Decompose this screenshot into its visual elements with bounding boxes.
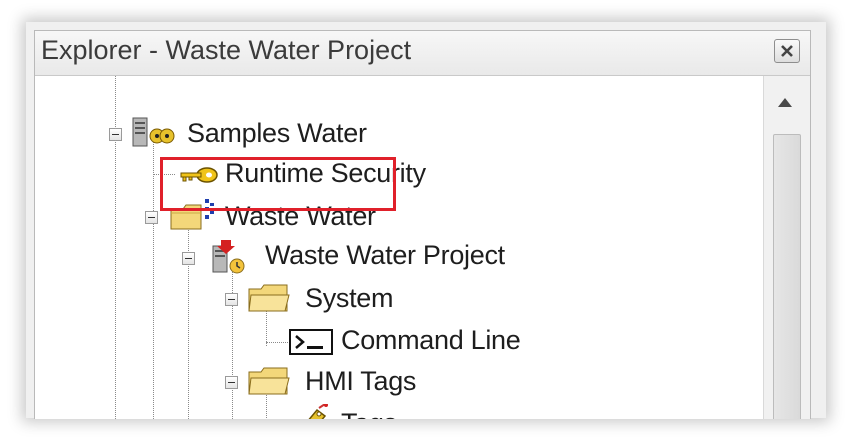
folder-icon [248,367,290,395]
tree-node-tags[interactable]: Tags [35,404,435,419]
tree-node-waste-water-project[interactable]: Waste Water Project [35,238,535,276]
tree-node-label: HMI Tags [305,366,417,396]
collapse-toggle[interactable] [182,252,195,265]
window-title: Explorer - Waste Water Project [41,35,412,65]
collapse-toggle[interactable] [225,376,238,389]
tree-node-label: System [305,283,394,313]
folder-icon [248,284,290,312]
command-line-icon [289,329,333,355]
collapse-toggle[interactable] [109,128,122,141]
explorer-window: Explorer - Waste Water Project Samples W… [34,30,811,419]
explorer-tree: Samples Water Runtime Security Waste Wat… [35,76,764,419]
title-bar[interactable]: Explorer - Waste Water Project [35,31,810,76]
collapse-toggle[interactable] [145,211,158,224]
tree-node-label: Samples Water [187,118,367,148]
close-button[interactable] [774,39,800,63]
scroll-thumb[interactable] [773,134,801,419]
tree-node-samples-water[interactable]: Samples Water [35,116,435,154]
tree-node-label: Tags [341,408,397,419]
vertical-scrollbar[interactable] [764,76,810,419]
scroll-up-arrow-icon[interactable] [778,98,792,107]
tree-node-system[interactable]: System [35,279,415,317]
tree-node-label: Waste Water Project [265,240,505,270]
close-icon [781,45,793,57]
tags-icon [308,404,328,419]
highlight-box [160,157,396,211]
server-icon [132,117,175,147]
tree-node-hmi-tags[interactable]: HMI Tags [35,362,455,400]
tree-node-command-line[interactable]: Command Line [35,321,555,359]
project-icon [212,240,245,274]
collapse-toggle[interactable] [225,293,238,306]
tree-node-label: Command Line [341,325,521,355]
